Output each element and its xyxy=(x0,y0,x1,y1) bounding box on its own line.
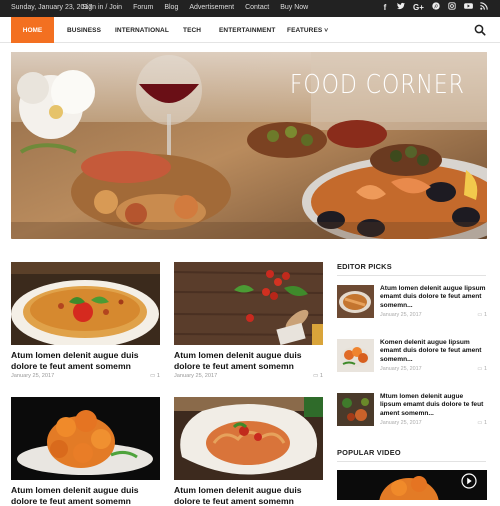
editor-pick-item[interactable]: Mtum lomen delenit augue lipsum emamt du… xyxy=(337,393,487,433)
editor-pick-item[interactable]: Komen delenit augue lipsum emamt duis do… xyxy=(337,339,487,379)
youtube-icon[interactable] xyxy=(464,2,473,14)
comment-icon: ▭ xyxy=(477,312,484,318)
chevron-down-icon: ˅ xyxy=(324,27,329,34)
nav-entertainment[interactable]: ENTERTAINMENT xyxy=(219,27,275,34)
hero-title: FOOD CORNER xyxy=(290,70,465,100)
article-card[interactable]: Atum lomen delenit augue duis dolore te … xyxy=(11,262,160,379)
search-icon[interactable] xyxy=(474,24,486,36)
blog-link[interactable]: Blog xyxy=(164,4,178,11)
comment-count[interactable]: ▭ 1 xyxy=(477,420,487,426)
divider xyxy=(337,275,486,276)
popular-video-heading: POPULAR VIDEO xyxy=(337,448,401,457)
article-card[interactable]: Atum lomen delenit augue duis dolore te … xyxy=(174,262,323,379)
article-image[interactable] xyxy=(11,397,160,480)
advertisement-link[interactable]: Advertisement xyxy=(189,4,234,11)
comment-count[interactable]: ▭ 1 xyxy=(313,373,323,379)
twitter-icon[interactable] xyxy=(397,2,405,14)
article-title[interactable]: Atum lomen delenit augue duis dolore te … xyxy=(174,350,323,371)
comment-count[interactable]: ▭ 1 xyxy=(477,366,487,372)
article-title[interactable]: Atum lomen delenit augue duis dolore te … xyxy=(174,485,323,506)
article-date: January 25, 2017 xyxy=(11,373,55,379)
pick-title[interactable]: Atum lomen delenit augue lipsum emamt du… xyxy=(380,285,486,310)
comment-icon: ▭ xyxy=(477,420,484,426)
play-icon[interactable] xyxy=(461,473,477,489)
comment-count[interactable]: ▭ 1 xyxy=(150,373,160,379)
article-title[interactable]: Atum lomen delenit augue duis dolore te … xyxy=(11,350,160,371)
pick-title[interactable]: Mtum lomen delenit augue lipsum emamt du… xyxy=(380,393,486,418)
article-date: January 25, 2017 xyxy=(174,373,218,379)
comment-icon: ▭ xyxy=(313,373,320,379)
hero-banner[interactable]: FOOD CORNER xyxy=(11,52,487,239)
buy-now-link[interactable]: Buy Now xyxy=(280,4,308,11)
divider xyxy=(337,461,486,462)
facebook-icon[interactable]: f xyxy=(381,2,389,14)
pick-date: January 25, 2017 xyxy=(380,420,422,426)
nav-features-label: FEATURES xyxy=(287,27,323,34)
current-date: Sunday, January 23, 2017 xyxy=(11,4,93,11)
sign-in-link[interactable]: Sign in / Join xyxy=(82,4,122,11)
nav-features[interactable]: FEATURES ˅ xyxy=(287,27,328,34)
top-bar: Sunday, January 23, 2017 Sign in / Join … xyxy=(0,0,500,17)
main-nav: HOME BUSINESS INTERNATIONAL TECH ENTERTA… xyxy=(0,17,500,43)
pick-thumbnail[interactable] xyxy=(337,339,374,372)
pick-title[interactable]: Komen delenit augue lipsum emamt duis do… xyxy=(380,339,486,364)
comment-icon: ▭ xyxy=(477,366,484,372)
article-title[interactable]: Atum lomen delenit augue duis dolore te … xyxy=(11,485,160,506)
pick-date: January 25, 2017 xyxy=(380,366,422,372)
social-icons: f G+ xyxy=(381,2,488,14)
comment-icon: ▭ xyxy=(150,373,157,379)
google-plus-icon[interactable]: G+ xyxy=(413,2,424,14)
nav-international[interactable]: INTERNATIONAL xyxy=(115,27,169,34)
editor-picks-heading: EDITOR PICKS xyxy=(337,262,392,271)
article-image[interactable] xyxy=(174,262,323,345)
comment-count[interactable]: ▭ 1 xyxy=(477,312,487,318)
pick-thumbnail[interactable] xyxy=(337,285,374,318)
pick-thumbnail[interactable] xyxy=(337,393,374,426)
instagram-icon[interactable] xyxy=(448,2,456,14)
pinterest-icon[interactable] xyxy=(432,2,440,14)
pick-date: January 25, 2017 xyxy=(380,312,422,318)
popular-video-thumbnail[interactable] xyxy=(337,470,487,500)
forum-link[interactable]: Forum xyxy=(133,4,153,11)
rss-icon[interactable] xyxy=(480,2,488,14)
nav-home[interactable]: HOME xyxy=(11,17,54,43)
article-image[interactable] xyxy=(174,397,323,480)
nav-business[interactable]: BUSINESS xyxy=(67,27,101,34)
nav-tech[interactable]: TECH xyxy=(183,27,201,34)
article-card[interactable]: Atum lomen delenit augue duis dolore te … xyxy=(11,397,160,506)
contact-link[interactable]: Contact xyxy=(245,4,269,11)
top-links: Sign in / Join Forum Blog Advertisement … xyxy=(82,4,308,11)
editor-pick-item[interactable]: Atum lomen delenit augue lipsum emamt du… xyxy=(337,285,487,325)
article-image[interactable] xyxy=(11,262,160,345)
article-card[interactable]: Atum lomen delenit augue duis dolore te … xyxy=(174,397,323,506)
